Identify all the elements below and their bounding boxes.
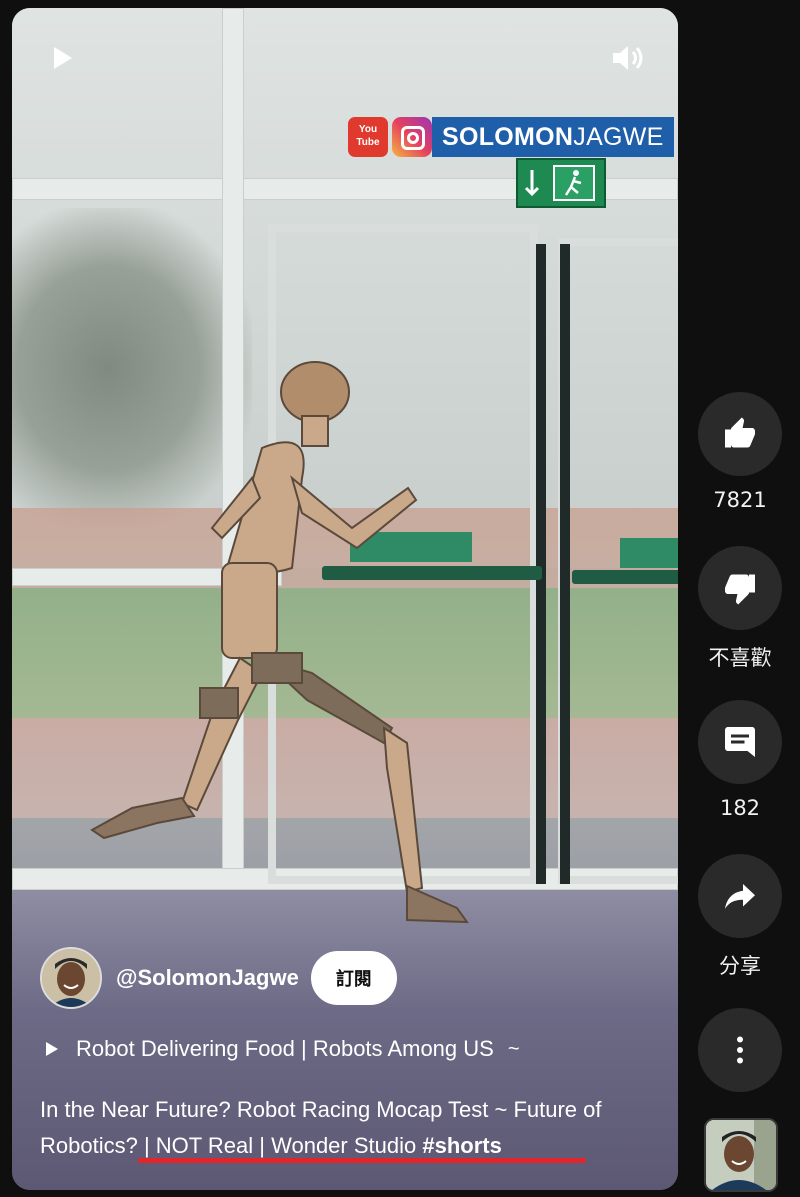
dislike-label: 不喜歡: [708, 646, 772, 670]
channel-thumbnail-image: [706, 1120, 776, 1190]
channel-watermark: You Tube SOLOMONJAGWE: [348, 116, 674, 158]
playlist-more: ~: [507, 1037, 520, 1060]
hashtag-shorts[interactable]: #shorts: [422, 1133, 501, 1158]
play-icon[interactable]: [48, 44, 76, 72]
comment-icon: [725, 727, 755, 757]
like-count: 7821: [713, 488, 767, 512]
playlist-title: Robot Delivering Food | Robots Among US: [76, 1036, 494, 1061]
annotation-underline: [138, 1158, 586, 1163]
youtube-logo-icon: You Tube: [348, 117, 388, 157]
dislike-button[interactable]: [698, 546, 782, 630]
watermark-name: SOLOMONJAGWE: [432, 117, 674, 157]
thumbs-down-icon: [725, 574, 755, 605]
playlist-play-icon: [46, 1042, 58, 1056]
instagram-logo-icon: [392, 117, 432, 157]
description-text: In the Near Future? Robot Racing Mocap T…: [40, 1097, 602, 1158]
share-label: 分享: [719, 954, 761, 978]
share-button[interactable]: [698, 854, 782, 938]
channel-row: @SolomonJagwe 訂閱: [40, 946, 397, 1010]
more-vert-icon: [737, 1036, 743, 1064]
subscribe-button[interactable]: 訂閱: [310, 951, 397, 1005]
share-icon: [725, 884, 755, 909]
comment-count: 182: [719, 796, 761, 820]
video-player[interactable]: You Tube SOLOMONJAGWE @SolomonJagwe 訂閱 R…: [12, 8, 678, 1190]
comment-button[interactable]: [698, 700, 782, 784]
more-options-button[interactable]: [698, 1008, 782, 1092]
volume-icon[interactable]: [610, 42, 646, 74]
video-description[interactable]: In the Near Future? Robot Racing Mocap T…: [40, 1092, 660, 1164]
avatar-face-icon: [42, 949, 100, 1007]
sound-source-thumbnail[interactable]: [704, 1118, 778, 1192]
channel-handle[interactable]: @SolomonJagwe: [116, 965, 299, 991]
channel-avatar[interactable]: [40, 947, 102, 1009]
like-button[interactable]: [698, 392, 782, 476]
playlist-link[interactable]: Robot Delivering Food | Robots Among US …: [46, 1036, 520, 1062]
thumbs-up-icon: [725, 417, 755, 448]
